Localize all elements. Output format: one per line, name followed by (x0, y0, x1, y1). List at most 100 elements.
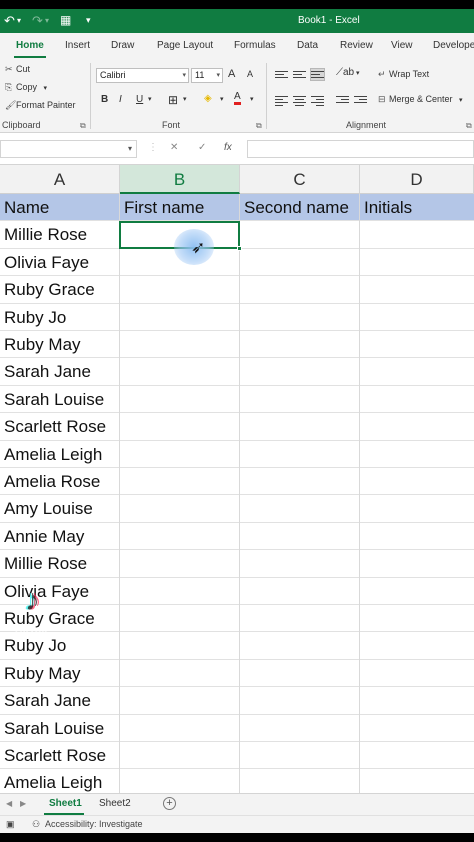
initials-cell[interactable] (360, 468, 474, 495)
fill-color-dropdown-icon[interactable]: ▾ (220, 95, 224, 103)
second-name-cell[interactable] (240, 249, 360, 276)
first-name-cell[interactable] (120, 660, 240, 687)
first-name-cell[interactable] (120, 632, 240, 659)
font-color-dropdown-icon[interactable]: ▾ (250, 95, 254, 103)
name-cell[interactable]: Sarah Jane (0, 687, 120, 714)
underline-button[interactable]: U (136, 94, 143, 105)
first-name-cell[interactable] (120, 687, 240, 714)
tab-developer[interactable]: Develope (433, 40, 474, 51)
undo-dropdown-icon[interactable]: ▾ (17, 16, 21, 25)
name-cell[interactable]: Amelia Rose (0, 468, 120, 495)
second-name-cell[interactable] (240, 578, 360, 605)
worksheet-grid[interactable]: Name First name Second name Initials Mil… (0, 194, 474, 793)
initials-cell[interactable] (360, 660, 474, 687)
alignment-launcher-icon[interactable]: ⧉ (466, 121, 472, 131)
first-name-cell[interactable] (120, 550, 240, 577)
name-cell[interactable]: Sarah Louise (0, 386, 120, 413)
second-name-cell[interactable] (240, 523, 360, 550)
second-name-cell[interactable] (240, 413, 360, 440)
bottom-align-icon[interactable] (310, 68, 325, 81)
initials-cell[interactable] (360, 331, 474, 358)
first-name-cell[interactable] (120, 605, 240, 632)
initials-cell[interactable] (360, 632, 474, 659)
tab-home[interactable]: Home (16, 40, 44, 51)
wrap-text-button[interactable]: ↵ Wrap Text (378, 69, 429, 80)
italic-button[interactable]: I (119, 94, 122, 105)
accessibility-status[interactable]: Accessibility: Investigate (45, 819, 143, 829)
format-painter-button[interactable]: 🖌Format Painter (5, 100, 76, 111)
copy-button[interactable]: ⎘ Copy ▾ (5, 82, 47, 93)
fill-color-icon[interactable]: ◈ (204, 93, 212, 104)
second-name-cell[interactable] (240, 304, 360, 331)
middle-align-icon[interactable] (293, 69, 306, 80)
font-color-button[interactable]: A (234, 92, 241, 105)
header-cell-first-name[interactable]: First name (120, 194, 240, 221)
shrink-font-button[interactable]: A (247, 69, 253, 79)
name-cell[interactable]: Ruby Jo (0, 304, 120, 331)
second-name-cell[interactable] (240, 632, 360, 659)
initials-cell[interactable] (360, 249, 474, 276)
name-cell[interactable]: Scarlett Rose (0, 742, 120, 769)
initials-cell[interactable] (360, 550, 474, 577)
name-cell[interactable]: Ruby Grace (0, 276, 120, 303)
first-name-cell[interactable] (120, 331, 240, 358)
undo-icon[interactable]: ↶ (4, 13, 15, 29)
grow-font-button[interactable]: A (228, 68, 235, 80)
initials-cell[interactable] (360, 687, 474, 714)
initials-cell[interactable] (360, 276, 474, 303)
bold-button[interactable]: B (101, 94, 108, 105)
merge-center-button[interactable]: ⊟ Merge & Center ▾ (378, 94, 463, 105)
top-align-icon[interactable] (275, 69, 288, 80)
second-name-cell[interactable] (240, 715, 360, 742)
column-header-a[interactable]: A (0, 165, 120, 194)
first-name-cell[interactable] (120, 769, 240, 793)
first-name-cell[interactable] (120, 742, 240, 769)
align-center-icon[interactable] (293, 94, 306, 106)
second-name-cell[interactable] (240, 605, 360, 632)
clipboard-launcher-icon[interactable]: ⧉ (80, 121, 86, 131)
name-cell[interactable]: Sarah Louise (0, 715, 120, 742)
name-cell[interactable]: Millie Rose (0, 550, 120, 577)
previous-sheet-icon[interactable]: ◀ (6, 799, 12, 808)
name-cell[interactable]: Annie May (0, 523, 120, 550)
initials-cell[interactable] (360, 715, 474, 742)
first-name-cell[interactable] (120, 276, 240, 303)
first-name-cell[interactable] (120, 358, 240, 385)
name-cell[interactable]: Amelia Leigh (0, 769, 120, 793)
second-name-cell[interactable] (240, 331, 360, 358)
name-cell[interactable]: Ruby May (0, 660, 120, 687)
first-name-cell[interactable] (120, 386, 240, 413)
initials-cell[interactable] (360, 441, 474, 468)
second-name-cell[interactable] (240, 468, 360, 495)
second-name-cell[interactable] (240, 441, 360, 468)
cancel-icon[interactable]: ✕ (170, 142, 178, 153)
tab-formulas[interactable]: Formulas (234, 40, 276, 51)
initials-cell[interactable] (360, 523, 474, 550)
sheet-tab-sheet2[interactable]: Sheet2 (99, 798, 131, 809)
header-cell-name[interactable]: Name (0, 194, 120, 221)
first-name-cell[interactable] (120, 578, 240, 605)
name-cell[interactable]: Sarah Jane (0, 358, 120, 385)
second-name-cell[interactable] (240, 550, 360, 577)
initials-cell[interactable] (360, 304, 474, 331)
initials-cell[interactable] (360, 769, 474, 793)
tab-review[interactable]: Review (340, 40, 373, 51)
header-cell-initials[interactable]: Initials (360, 194, 474, 221)
initials-cell[interactable] (360, 221, 474, 248)
column-header-b[interactable]: B (120, 165, 240, 194)
first-name-cell[interactable] (120, 304, 240, 331)
header-cell-second-name[interactable]: Second name (240, 194, 360, 221)
second-name-cell[interactable] (240, 660, 360, 687)
insert-function-icon[interactable]: fx (224, 142, 232, 153)
font-size-combo[interactable]: 11 ▾ (191, 68, 223, 83)
add-sheet-button[interactable]: + (163, 797, 176, 810)
initials-cell[interactable] (360, 605, 474, 632)
redo-icon[interactable]: ↷ (32, 13, 43, 29)
initials-cell[interactable] (360, 742, 474, 769)
copy-dropdown-icon[interactable]: ▾ (44, 85, 48, 92)
second-name-cell[interactable] (240, 687, 360, 714)
name-cell[interactable]: Millie Rose (0, 221, 120, 248)
tab-page-layout[interactable]: Page Layout (157, 40, 213, 51)
second-name-cell[interactable] (240, 495, 360, 522)
second-name-cell[interactable] (240, 358, 360, 385)
